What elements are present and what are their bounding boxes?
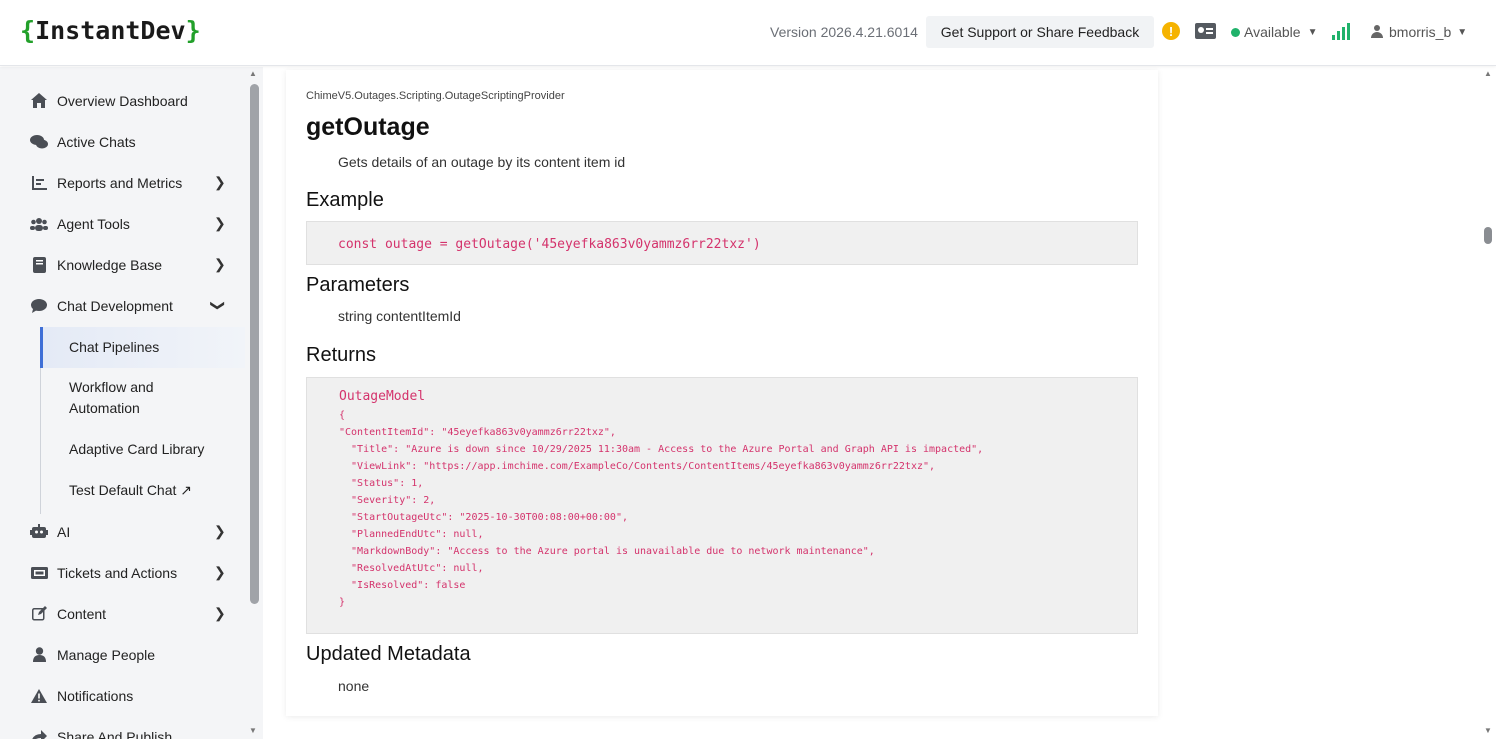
example-code: const outage = getOutage('45eyefka863v0y… xyxy=(338,237,761,252)
scroll-up-arrow-icon[interactable]: ▲ xyxy=(249,69,257,78)
home-icon xyxy=(30,92,48,110)
sidebar-item-label: Chat Development xyxy=(57,297,173,314)
robot-icon xyxy=(30,523,48,541)
sidebar-item-label: Share And Publish xyxy=(57,728,173,739)
chevron-right-icon: ❯ xyxy=(214,523,226,539)
chevron-right-icon: ❯ xyxy=(214,564,226,580)
warning-icon xyxy=(30,687,48,705)
sidebar-item-tickets-and-actions[interactable]: Tickets and Actions ❯ xyxy=(0,552,247,593)
logo-brace-close: } xyxy=(185,16,201,45)
scroll-down-arrow-icon[interactable]: ▼ xyxy=(249,726,257,735)
sidebar-subitem-adaptive-card-library[interactable]: Adaptive Card Library xyxy=(40,439,245,460)
top-header: {InstantDev} Version 2026.4.21.6014 Get … xyxy=(0,0,1496,66)
user-icon xyxy=(1371,25,1383,39)
sidebar-subitem-test-default-chat[interactable]: Test Default Chat ↗ xyxy=(40,480,245,501)
sidebar-item-overview-dashboard[interactable]: Overview Dashboard xyxy=(0,80,247,121)
person-icon xyxy=(30,646,48,664)
sidebar-item-label: Active Chats xyxy=(57,133,136,150)
sidebar-item-label: Reports and Metrics xyxy=(57,174,183,191)
scroll-down-arrow-icon[interactable]: ▼ xyxy=(1484,726,1492,735)
status-dot-icon xyxy=(1231,27,1240,37)
chart-icon xyxy=(30,174,48,192)
updated-metadata-heading: Updated Metadata xyxy=(306,643,471,665)
users-icon xyxy=(30,215,48,233)
sidebar-subitem-chat-pipelines[interactable]: Chat Pipelines xyxy=(40,327,245,368)
sidebar-item-content[interactable]: Content ❯ xyxy=(0,593,247,634)
sidebar-item-active-chats[interactable]: Active Chats xyxy=(0,121,247,162)
returns-heading: Returns xyxy=(306,344,377,366)
sidebar-item-knowledge-base[interactable]: Knowledge Base ❯ xyxy=(0,244,247,285)
sidebar-item-share-and-publish[interactable]: Share And Publish xyxy=(0,716,247,739)
sidebar-item-label: Content xyxy=(57,605,107,622)
main-scrollbar[interactable] xyxy=(1481,67,1496,739)
availability-label: Available xyxy=(1244,24,1301,40)
sidebar-item-label: Knowledge Base xyxy=(57,256,163,273)
page-title: getOutage xyxy=(306,113,430,141)
sidebar-item-label: Tickets and Actions xyxy=(57,564,178,581)
user-menu[interactable]: bmorris_b ▼ xyxy=(1371,24,1467,40)
sidebar-item-label: AI xyxy=(57,523,71,540)
availability-dropdown[interactable]: Available ▼ xyxy=(1231,24,1317,40)
signal-strength-icon xyxy=(1332,22,1354,40)
function-description: Gets details of an outage by its content… xyxy=(338,154,626,170)
chevron-down-icon: ▼ xyxy=(1307,26,1318,38)
parameters-text: string contentItemId xyxy=(338,308,461,324)
chevron-right-icon: ❯ xyxy=(214,605,226,621)
namespace-label: ChimeV5.Outages.Scripting.OutageScriptin… xyxy=(306,90,565,102)
sidebar-item-ai[interactable]: AI ❯ xyxy=(0,511,247,552)
book-icon xyxy=(30,256,48,274)
sidebar-item-label: Notifications xyxy=(57,687,134,704)
username-label: bmorris_b xyxy=(1389,24,1452,40)
chat-bubble-icon xyxy=(30,297,48,315)
sidebar-item-label: Overview Dashboard xyxy=(57,92,188,109)
version-label: Version 2026.4.21.6014 xyxy=(770,24,918,40)
logo-brace-open: { xyxy=(20,16,36,45)
sidebar-item-label: Manage People xyxy=(57,646,156,663)
chevron-right-icon: ❯ xyxy=(214,256,226,272)
alert-icon[interactable]: ! xyxy=(1162,22,1180,40)
logo-text: InstantDev xyxy=(35,16,186,45)
sidebar-item-label: Agent Tools xyxy=(57,215,130,232)
support-feedback-button[interactable]: Get Support or Share Feedback xyxy=(926,16,1154,48)
sidebar-scrollbar-thumb[interactable] xyxy=(250,84,259,604)
edit-icon xyxy=(30,605,48,623)
scroll-up-arrow-icon[interactable]: ▲ xyxy=(1484,69,1492,78)
chats-icon xyxy=(30,133,48,151)
chevron-down-icon: ❯ xyxy=(210,299,227,312)
parameters-heading: Parameters xyxy=(306,274,410,296)
main-scrollbar-thumb[interactable] xyxy=(1484,227,1492,244)
updated-metadata-text: none xyxy=(338,678,370,694)
sidebar-nav: Overview Dashboard Active Chats Reports … xyxy=(0,67,247,739)
returns-json: { "ContentItemId": "45eyefka863v0yammz6r… xyxy=(339,410,984,608)
share-icon xyxy=(30,728,48,739)
example-heading: Example xyxy=(306,189,384,211)
ticket-icon xyxy=(30,564,48,582)
contact-card-icon[interactable] xyxy=(1195,23,1216,39)
sidebar-item-manage-people[interactable]: Manage People xyxy=(0,634,247,675)
app-logo[interactable]: {InstantDev} xyxy=(20,16,201,45)
chevron-down-icon: ▼ xyxy=(1457,26,1468,38)
sidebar-item-chat-development[interactable]: Chat Development ❯ xyxy=(0,285,247,326)
sidebar-subitem-workflow-and-automation[interactable]: Workflow and Automation xyxy=(40,377,190,419)
sidebar-item-notifications[interactable]: Notifications xyxy=(0,675,247,716)
sidebar-item-reports-and-metrics[interactable]: Reports and Metrics ❯ xyxy=(0,162,247,203)
chevron-right-icon: ❯ xyxy=(214,174,226,190)
sidebar-item-agent-tools[interactable]: Agent Tools ❯ xyxy=(0,203,247,244)
returns-model-name: OutageModel xyxy=(339,389,426,404)
chevron-right-icon: ❯ xyxy=(214,215,226,231)
